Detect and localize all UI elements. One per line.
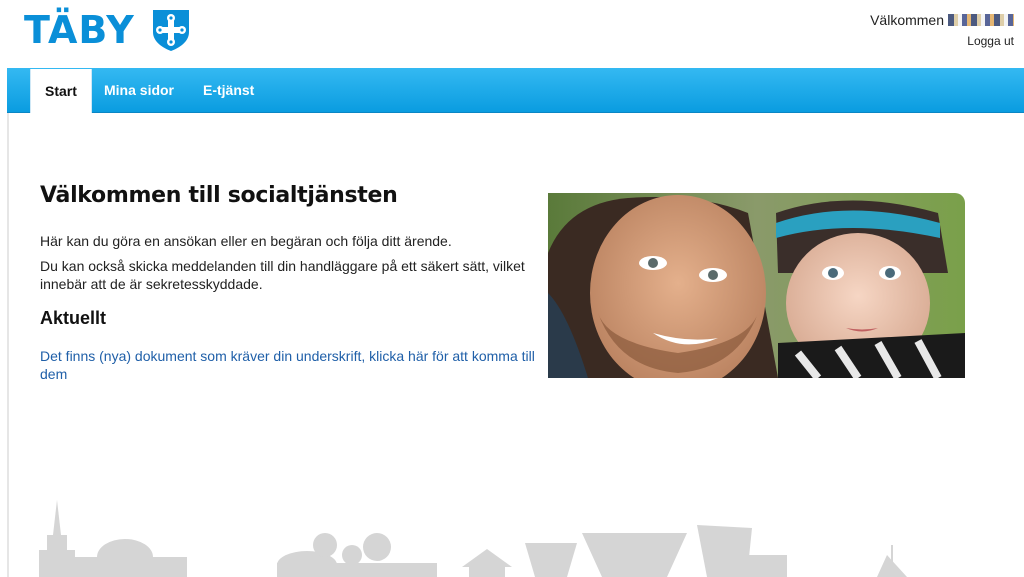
logout-link[interactable]: Logga ut — [870, 34, 1014, 48]
tab-start[interactable]: Start — [30, 69, 92, 113]
welcome-label: Välkommen — [870, 12, 944, 28]
news-heading: Aktuellt — [40, 308, 107, 328]
main-navigation: Start Mina sidor E-tjänst — [7, 68, 1024, 113]
user-area: Välkommen Logga ut — [870, 12, 1014, 48]
hero-image — [548, 193, 965, 378]
welcome-greeting: Välkommen — [870, 12, 1014, 28]
taby-logo[interactable]: TÄBY — [24, 8, 191, 52]
shield-cross-icon — [152, 10, 189, 51]
logo-text: TÄBY — [24, 8, 135, 52]
father-child-photo — [548, 193, 965, 378]
intro-paragraph: Här kan du göra en ansökan eller en begä… — [40, 233, 452, 249]
info-paragraph: Du kan också skicka meddelanden till din… — [40, 258, 525, 292]
page-header: TÄBY Välkommen Logga ut — [0, 0, 1024, 68]
tab-e-tjanst[interactable]: E-tjänst — [189, 68, 268, 113]
tab-mina-sidor[interactable]: Mina sidor — [90, 68, 188, 113]
page-title: Välkommen till socialtjänsten — [40, 183, 398, 208]
city-skyline-decoration — [39, 500, 907, 577]
redacted-username — [948, 14, 1014, 26]
sign-documents-link[interactable]: Det finns (nya) dokument som kräver din … — [40, 347, 540, 383]
